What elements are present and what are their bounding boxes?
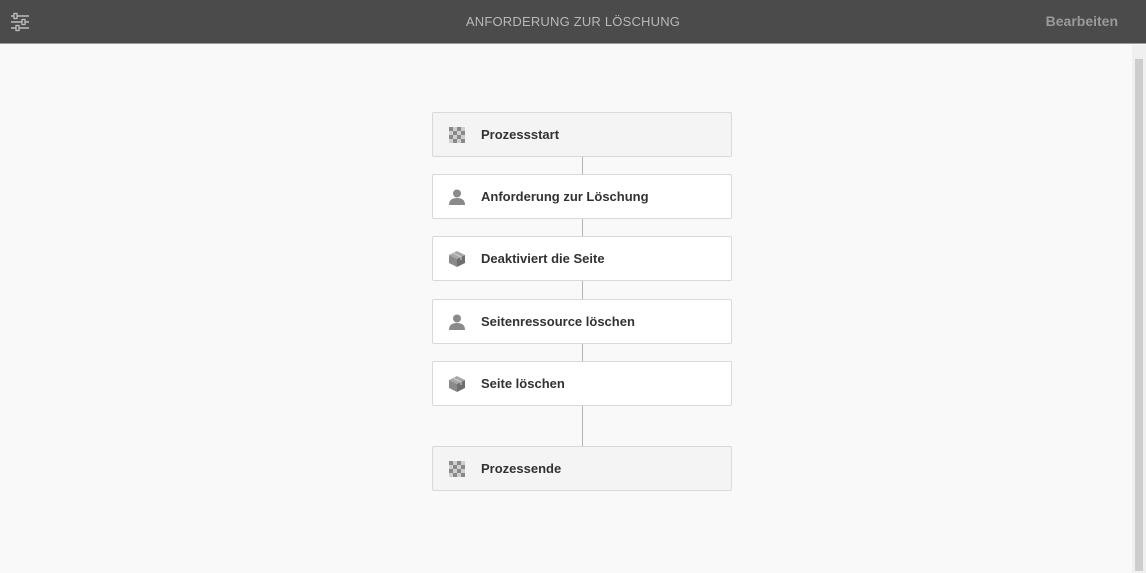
user-icon bbox=[448, 188, 466, 206]
step-label: Seite löschen bbox=[481, 376, 565, 391]
cube-icon bbox=[448, 375, 466, 393]
page-title: ANFORDERUNG ZUR LÖSCHUNG bbox=[465, 14, 681, 29]
workflow-step-deactivate[interactable]: Deaktiviert die Seite bbox=[432, 236, 732, 281]
step-label: Anforderung zur Löschung bbox=[481, 189, 649, 204]
workflow-step-delete-page[interactable]: Seite löschen bbox=[432, 361, 732, 406]
step-label: Deaktiviert die Seite bbox=[481, 251, 605, 266]
scrollbar[interactable] bbox=[1132, 45, 1146, 573]
connector-line bbox=[582, 157, 583, 174]
connector-line bbox=[582, 219, 583, 236]
connector-line bbox=[582, 344, 583, 361]
cube-icon bbox=[448, 250, 466, 268]
edit-button[interactable]: Bearbeiten bbox=[1046, 13, 1118, 29]
checker-flag-icon bbox=[448, 126, 466, 144]
workflow-step-request[interactable]: Anforderung zur Löschung bbox=[432, 174, 732, 219]
step-label: Prozessstart bbox=[481, 127, 560, 142]
workflow-step-delete-resource[interactable]: Seitenressource löschen bbox=[432, 299, 732, 344]
step-label: Prozessende bbox=[481, 461, 562, 476]
connector-line bbox=[582, 281, 583, 299]
step-label: Seitenressource löschen bbox=[481, 314, 635, 329]
connector-line bbox=[582, 406, 583, 446]
user-icon bbox=[448, 313, 466, 331]
scrollbar-thumb[interactable] bbox=[1135, 59, 1143, 571]
checker-flag-icon bbox=[448, 460, 466, 478]
top-bar: ANFORDERUNG ZUR LÖSCHUNG Bearbeiten bbox=[0, 0, 1146, 44]
workflow-step-end[interactable]: Prozessende bbox=[432, 446, 732, 491]
workflow-step-start[interactable]: Prozessstart bbox=[432, 112, 732, 157]
